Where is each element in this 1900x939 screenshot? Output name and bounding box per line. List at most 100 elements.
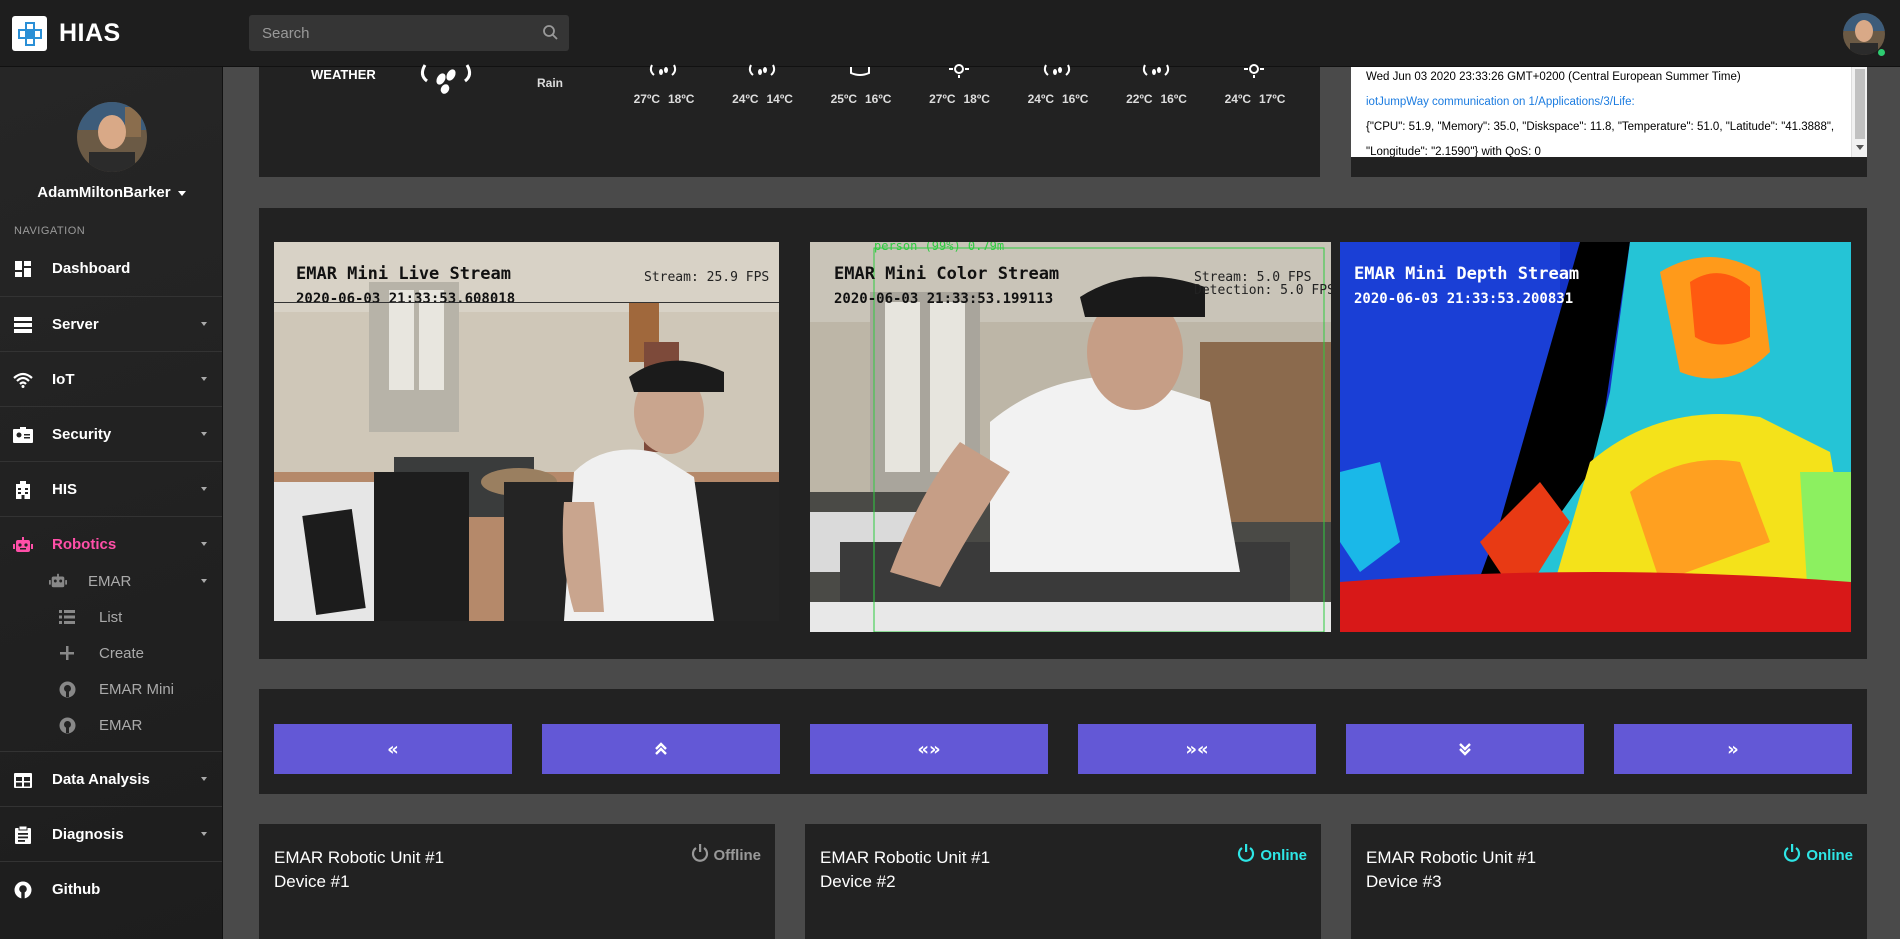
sidebar-item-iot[interactable]: IoT [0, 351, 222, 406]
hias-logo-icon [12, 16, 47, 51]
device-card: EMAR Robotic Unit #1 Device #1 Offline [259, 824, 775, 939]
chevron-down-icon [201, 832, 207, 836]
device-status: Online [1237, 844, 1307, 866]
move-up-button[interactable] [542, 724, 780, 774]
dashboard-icon [12, 258, 34, 280]
device-title: EMAR Robotic Unit #1 [274, 848, 445, 867]
nav-heading: NAVIGATION [14, 225, 86, 237]
sidebar-subgroup-emar[interactable]: EMAR [0, 563, 222, 599]
device-title: EMAR Robotic Unit #1 [1366, 848, 1537, 867]
list-icon [58, 608, 76, 626]
server-icon [12, 314, 34, 336]
stream-title: EMAR Mini Color Stream [834, 264, 1060, 284]
sidebar-subitem-list[interactable]: List [0, 599, 222, 635]
log-scrollbar[interactable] [1851, 67, 1867, 157]
chevron-down-icon [201, 377, 207, 381]
rain-icon [747, 63, 777, 86]
stream-date: 2020-06-03 21:33:53.608018 [296, 291, 516, 307]
online-indicator [1877, 48, 1886, 57]
sidebar-item-label: HIS [52, 480, 78, 498]
sidebar-item-label: Diagnosis [52, 825, 124, 843]
device-card: EMAR Robotic Unit #1 Device #2 Online [805, 824, 1321, 939]
sidebar-subitem-emar-mini[interactable]: EMAR Mini [0, 671, 222, 707]
device-title: EMAR Robotic Unit #1 [820, 848, 991, 867]
forecast-day: 25ºC 16ºC [821, 67, 901, 117]
sidebar-item-github[interactable]: Github [0, 861, 222, 916]
stream-title: EMAR Mini Live Stream [296, 264, 511, 284]
forecast-low: 16ºC [1160, 92, 1187, 106]
chevron-down-icon [201, 542, 207, 546]
color-stream[interactable]: person (99%) 0.79m EMAR Mini Color Strea… [810, 242, 1331, 632]
chevron-down-icon [201, 487, 207, 491]
github-icon [12, 879, 34, 901]
profile-avatar[interactable] [77, 102, 147, 172]
sidebar-item-label: Server [52, 315, 99, 333]
sidebar-item-label: EMAR [88, 573, 132, 590]
forecast-low: 16ºC [865, 92, 892, 106]
log-timestamp: Wed Jun 03 2020 23:33:26 GMT+0200 (Centr… [1366, 71, 1741, 83]
log-console[interactable]: Wed Jun 03 2020 23:33:26 GMT+0200 (Centr… [1351, 67, 1851, 157]
rain-icon [1141, 63, 1171, 86]
stream-date: 2020-06-03 21:33:53.199113 [834, 291, 1054, 307]
sidebar-subitem-emar[interactable]: EMAR [0, 707, 222, 743]
forecast-day: 27ºC 18ºC [920, 64, 1000, 117]
scrollbar-thumb[interactable] [1855, 69, 1865, 139]
chevron-down-icon [201, 432, 207, 436]
top-bar: HIAS [0, 0, 1900, 67]
brand[interactable]: HIAS [12, 16, 121, 51]
forecast-day: 24ºC 14ºC [723, 64, 803, 117]
sidebar-item-label: Security [52, 425, 112, 443]
stream-date: 2020-06-03 21:33:53.200831 [1354, 291, 1574, 307]
device-subtitle: Device #3 [1366, 872, 1442, 891]
forecast-low: 16ºC [1062, 92, 1089, 106]
stream-fps: Stream: 25.9 FPS [644, 270, 770, 285]
rain-icon [1042, 63, 1072, 86]
stream-title: EMAR Mini Depth Stream [1354, 264, 1580, 284]
sidebar-item-label: Data Analysis [52, 770, 150, 788]
sidebar-item-data-analysis[interactable]: Data Analysis [0, 751, 222, 806]
sidebar-item-label: Github [52, 880, 101, 898]
chevron-down-icon [177, 190, 186, 196]
move-right-button[interactable]: » [1614, 724, 1852, 774]
profile-username[interactable]: AdamMiltonBarker [0, 184, 223, 201]
log-channel: iotJumpWay communication on 1/Applicatio… [1366, 96, 1635, 108]
forecast-high: 24ºC [732, 92, 759, 106]
chevron-down-icon [201, 322, 207, 326]
clipboard-icon [12, 824, 34, 846]
search-box [249, 15, 569, 51]
device-status-text: Offline [713, 846, 762, 864]
move-down-button[interactable] [1346, 724, 1584, 774]
sun-icon [1239, 63, 1269, 86]
forecast-high: 27ºC [929, 92, 956, 106]
expand-button[interactable]: «» [810, 724, 1048, 774]
sidebar-item-dashboard[interactable]: Dashboard [0, 241, 222, 296]
sidebar-item-his[interactable]: HIS [0, 461, 222, 516]
sidebar-item-label: Dashboard [52, 260, 131, 277]
sidebar-item-diagnosis[interactable]: Diagnosis [0, 806, 222, 861]
forecast-high: 27ºC [633, 92, 660, 106]
live-stream[interactable]: EMAR Mini Live Stream 2020-06-03 21:33:5… [274, 242, 779, 621]
search-input[interactable] [249, 15, 529, 51]
device-status-text: Online [1806, 846, 1853, 864]
forecast-high: 24ºC [1224, 92, 1251, 106]
cloud-icon [845, 63, 875, 86]
power-icon [1783, 844, 1801, 866]
stream-panel: EMAR Mini Live Stream 2020-06-03 21:33:5… [259, 208, 1867, 659]
sidebar-item-label: List [99, 609, 123, 626]
contract-button[interactable]: »« [1078, 724, 1316, 774]
device-status-text: Online [1260, 846, 1307, 864]
move-left-button[interactable]: « [274, 724, 512, 774]
log-panel: Wed Jun 03 2020 23:33:26 GMT+0200 (Centr… [1351, 67, 1867, 177]
sun-icon [944, 63, 974, 86]
rain-icon [648, 63, 678, 86]
depth-stream[interactable]: EMAR Mini Depth Stream 2020-06-03 21:33:… [1340, 242, 1851, 632]
scroll-down-arrow-icon[interactable] [1856, 145, 1864, 150]
power-icon [691, 844, 709, 866]
search-icon[interactable] [542, 24, 559, 46]
sidebar-item-server[interactable]: Server [0, 296, 222, 351]
sidebar-subitem-create[interactable]: Create [0, 635, 222, 671]
sidebar-item-security[interactable]: Security [0, 406, 222, 461]
rain-icon [417, 61, 477, 100]
forecast-high: 25ºC [830, 92, 857, 106]
hospital-icon [12, 479, 34, 501]
